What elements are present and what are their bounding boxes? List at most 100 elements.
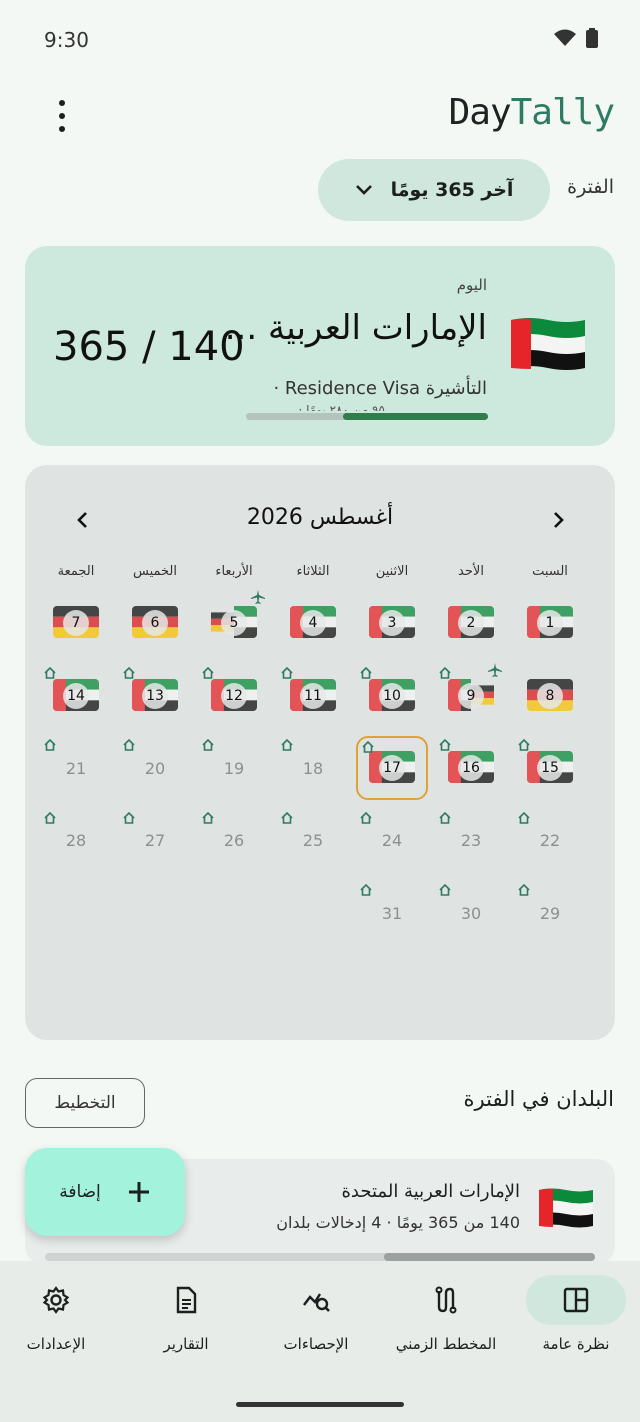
countries-section-title: البلدان في الفترة	[463, 1087, 614, 1111]
home-icon	[202, 664, 214, 679]
uae-flag-icon	[539, 1188, 593, 1228]
calendar-day[interactable]: 11	[277, 664, 349, 728]
calendar-day[interactable]: 4	[277, 591, 349, 655]
calendar-day[interactable]: 28	[40, 809, 112, 873]
calendar-day[interactable]: 22	[514, 809, 586, 873]
day-number: 25	[302, 831, 324, 850]
plane-icon	[487, 662, 503, 678]
battery-icon	[586, 28, 598, 48]
day-flag-icon: 17	[369, 751, 415, 785]
home-icon	[281, 736, 293, 751]
day-number: 12	[221, 682, 247, 709]
day-flag-icon: 4	[290, 606, 336, 640]
home-icon	[518, 809, 530, 824]
calendar-day[interactable]: 20	[119, 736, 191, 800]
day-number: 31	[381, 903, 403, 923]
day-flag-icon: 11	[290, 678, 336, 713]
home-icon	[439, 809, 451, 824]
calendar-day[interactable]: 30	[435, 881, 507, 945]
day-number: 28	[65, 831, 87, 850]
nav-item-timeline[interactable]: المخطط الزمني	[382, 1261, 510, 1371]
day-number: 10	[379, 682, 405, 709]
calendar-day[interactable]: 7	[40, 591, 112, 655]
status-time: 9:30	[44, 28, 89, 52]
settings-icon	[41, 1285, 71, 1315]
calendar-day[interactable]: 10	[356, 664, 428, 728]
weekday-label: الثلاثاء	[296, 564, 330, 579]
add-entry-label: إضافة	[59, 1182, 101, 1202]
status-icons	[554, 28, 598, 48]
day-flag-icon: 16	[448, 751, 494, 785]
calendar-day[interactable]: 19	[198, 736, 270, 800]
home-icon	[281, 664, 293, 679]
day-number: 11	[300, 682, 326, 709]
next-month-chevron-icon[interactable]	[544, 505, 574, 535]
home-icon	[281, 809, 293, 824]
overview-icon	[561, 1285, 591, 1315]
home-icon	[360, 881, 372, 896]
today-card[interactable]: اليوم الإمارات العربية ... 365 / 140 الت…	[25, 246, 615, 446]
calendar-day[interactable]: 25	[277, 809, 349, 873]
home-icon	[44, 664, 56, 679]
calendar-day[interactable]: 21	[40, 736, 112, 800]
calendar-day[interactable]: 2	[435, 591, 507, 655]
add-entry-button[interactable]: إضافة	[25, 1148, 185, 1236]
day-number: 27	[144, 831, 166, 850]
calendar-day[interactable]: 16	[435, 736, 507, 800]
nav-item-overview[interactable]: نظرة عامة	[512, 1261, 640, 1371]
day-number: 21	[65, 758, 87, 778]
calendar-day[interactable]: 14	[40, 664, 112, 728]
plus-icon	[128, 1182, 149, 1202]
calendar-day[interactable]: 18	[277, 736, 349, 800]
calendar-card: أغسطس 2026 السبت الأحد الاثنين الثلاثاء الأر…	[25, 465, 615, 1040]
plane-icon	[250, 589, 266, 605]
calendar-day[interactable]: 8	[514, 664, 586, 728]
calendar-day-today[interactable]: 17	[356, 736, 428, 800]
today-country: الإمارات العربية ...	[224, 308, 487, 348]
home-icon	[123, 736, 135, 751]
calendar-day[interactable]: 24	[356, 809, 428, 873]
country-progress-bar	[45, 1253, 595, 1261]
calendar-day[interactable]: 29	[514, 881, 586, 945]
period-dropdown[interactable]: آخر 365 يومًا	[318, 159, 550, 221]
visa-sub-info: · ٩٥ من ٢٨٠ يومًا	[298, 403, 385, 411]
day-number: 14	[63, 682, 89, 709]
day-number: 7	[63, 610, 89, 636]
calendar-day[interactable]: 5	[198, 589, 270, 655]
calendar-day[interactable]: 26	[198, 809, 270, 873]
day-number: 15	[537, 755, 563, 781]
visa-progress-fill	[342, 413, 488, 420]
calendar-day[interactable]: 1	[514, 591, 586, 655]
country-meta: 140 من 365 يومًا · 4 إدخالات بلدان	[276, 1213, 520, 1232]
nav-item-settings[interactable]: الإعدادات	[0, 1261, 120, 1371]
nav-label: الإحصاءات	[283, 1335, 349, 1353]
calendar-day[interactable]: 9	[435, 662, 507, 728]
day-number: 1	[537, 610, 563, 636]
nav-item-reports[interactable]: التقارير	[122, 1261, 250, 1371]
weekday-label: الجمعة	[57, 564, 95, 579]
day-flag-icon: 6	[132, 606, 178, 640]
day-flag-icon: 12	[211, 678, 257, 713]
calendar-day[interactable]: 3	[356, 591, 428, 655]
calendar-day[interactable]: 27	[119, 809, 191, 873]
nav-item-stats[interactable]: الإحصاءات	[252, 1261, 380, 1371]
home-icon	[360, 809, 372, 824]
weekday-label: الأحد	[458, 564, 484, 579]
day-number: 6	[142, 610, 168, 636]
day-number: 2	[458, 610, 484, 636]
calendar-day[interactable]: 13	[119, 664, 191, 728]
home-indicator[interactable]	[236, 1402, 404, 1407]
calendar-day[interactable]: 6	[119, 591, 191, 655]
calendar-day[interactable]: 12	[198, 664, 270, 728]
home-icon	[518, 736, 530, 751]
overflow-menu-icon[interactable]	[50, 100, 74, 132]
day-flag-icon: 3	[369, 606, 415, 640]
calendar-day[interactable]: 31	[356, 881, 428, 945]
nav-label: المخطط الزمني	[395, 1335, 497, 1353]
calendar-day[interactable]: 15	[514, 736, 586, 800]
planning-button[interactable]: التخطيط	[25, 1078, 145, 1128]
calendar-day[interactable]: 23	[435, 809, 507, 873]
weekday-label: الخميس	[133, 564, 177, 579]
home-icon	[518, 881, 530, 896]
day-number: 4	[300, 610, 326, 636]
